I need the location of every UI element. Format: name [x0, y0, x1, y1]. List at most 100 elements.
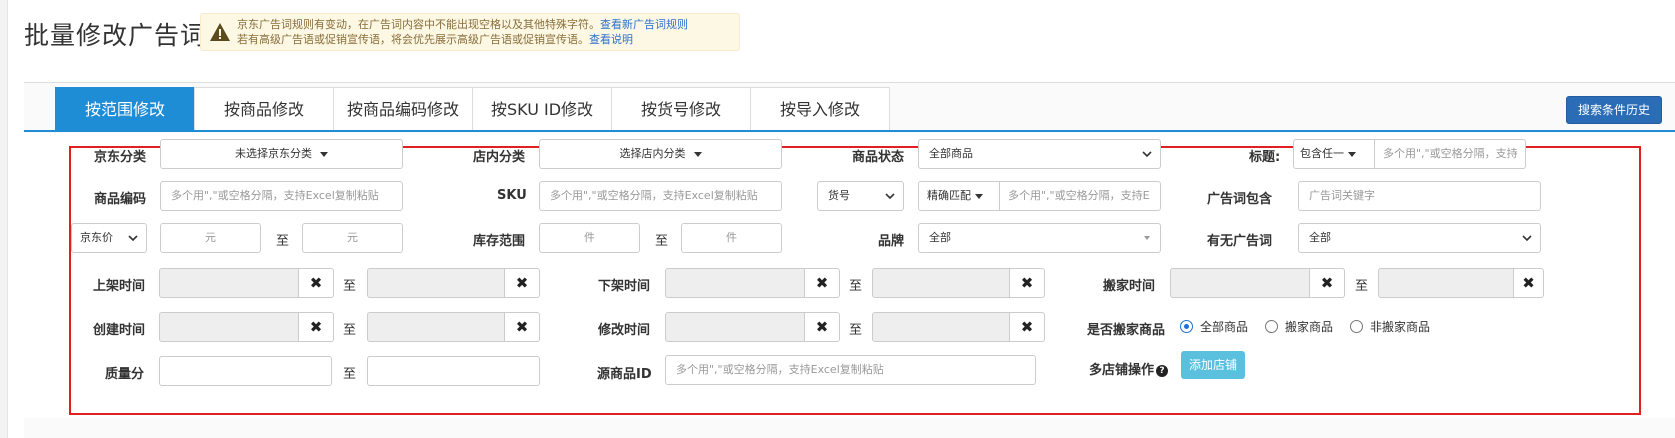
item-code-input[interactable]: 多个用","或空格分隔，支持Excel复制粘贴	[160, 181, 403, 211]
huohao-match-dropdown[interactable]: 精确匹配	[918, 181, 1000, 211]
listing-time-end-input[interactable]	[367, 268, 505, 298]
listing-time-end: ✖	[367, 268, 540, 298]
move-time-end: ✖	[1378, 268, 1544, 298]
huohao-input[interactable]: 多个用","或空格分隔，支持E	[999, 181, 1161, 211]
tab-by-range[interactable]: 按范围修改	[55, 87, 195, 131]
modify-time-start-input[interactable]	[665, 312, 805, 342]
brand-select[interactable]: 全部	[918, 223, 1161, 253]
clear-icon[interactable]: ✖	[505, 312, 540, 342]
title-mode-dropdown[interactable]: 包含任一	[1293, 139, 1375, 169]
move-time-label: 搬家时间	[1103, 279, 1156, 294]
notice-line-2: 若有高级广告语或促销宣传语，将会优先展示高级广告语或促销宣传语。	[237, 33, 589, 46]
notice-help-link[interactable]: 查看说明	[589, 33, 633, 46]
radio-all-items-label: 全部商品	[1200, 320, 1249, 334]
modify-time-end: ✖	[872, 312, 1045, 342]
delisting-time-label: 下架时间	[598, 279, 651, 294]
quality-score-max-input[interactable]	[367, 356, 540, 386]
notice-rule-link[interactable]: 查看新广告词规则	[600, 18, 688, 31]
tab-by-import[interactable]: 按导入修改	[750, 87, 890, 131]
price-to-label: 至	[276, 234, 290, 249]
clear-icon[interactable]: ✖	[1010, 268, 1045, 298]
item-code-label: 商品编码	[94, 192, 147, 207]
item-status-select[interactable]: 全部商品	[918, 139, 1161, 169]
radio-moved-items[interactable]: 搬家商品	[1265, 318, 1333, 335]
modify-time-end-input[interactable]	[872, 312, 1010, 342]
add-shop-button[interactable]: 添加店铺	[1181, 351, 1245, 379]
create-time-end: ✖	[367, 312, 540, 342]
search-history-button[interactable]: 搜索条件历史	[1566, 96, 1662, 124]
create-time-start-input[interactable]	[159, 312, 299, 342]
notice-banner: 京东广告词规则有变动，在广告词内容中不能出现空格以及其他特殊字符。查看新广告词规…	[200, 13, 740, 51]
huohao-type-select[interactable]: 货号	[817, 181, 904, 211]
huohao-match-value: 精确匹配	[927, 189, 971, 202]
caret-down-icon	[1348, 151, 1356, 157]
multi-shop-label: 多店铺操作?	[1089, 359, 1169, 378]
modify-to-label: 至	[849, 323, 863, 338]
caret-down-icon	[693, 151, 702, 157]
quality-score-min-input[interactable]	[159, 356, 332, 386]
listing-time-start: ✖	[159, 268, 334, 298]
delisting-time-start-input[interactable]	[665, 268, 805, 298]
stock-max-input[interactable]: 件	[681, 223, 782, 253]
ad-word-contains-input[interactable]: 广告词关键字	[1298, 181, 1541, 211]
shop-category-select[interactable]: 选择店内分类	[539, 139, 782, 169]
jd-category-value: 未选择京东分类	[235, 147, 312, 160]
source-item-id-label: 源商品ID	[597, 367, 652, 382]
modify-time-label: 修改时间	[598, 323, 651, 338]
item-status-label: 商品状态	[852, 150, 905, 165]
multi-shop-label-text: 多店铺操作	[1089, 363, 1155, 378]
chevron-down-icon	[1522, 235, 1532, 242]
tab-by-item[interactable]: 按商品修改	[194, 87, 334, 131]
listing-time-label: 上架时间	[93, 279, 146, 294]
caret-down-icon	[975, 193, 983, 199]
jd-category-label: 京东分类	[94, 150, 147, 165]
tab-by-sku-id[interactable]: 按SKU ID修改	[472, 87, 612, 131]
move-time-end-input[interactable]	[1378, 268, 1514, 298]
stock-to-label: 至	[655, 234, 669, 249]
price-min-input[interactable]: 元	[160, 223, 261, 253]
delisting-time-end-input[interactable]	[872, 268, 1010, 298]
notice-line-1: 京东广告词规则有变动，在广告词内容中不能出现空格以及其他特殊字符。	[237, 18, 600, 31]
caret-down-icon	[320, 151, 328, 157]
source-item-id-input[interactable]: 多个用","或空格分隔，支持Excel复制粘贴	[665, 355, 1036, 385]
sku-input[interactable]: 多个用","或空格分隔，支持Excel复制粘贴	[539, 181, 782, 211]
tab-bar: 按范围修改 按商品修改 按商品编码修改 按SKU ID修改 按货号修改 按导入修…	[55, 87, 890, 131]
chevron-down-icon	[128, 235, 138, 242]
tab-by-huohao[interactable]: 按货号修改	[611, 87, 751, 131]
clear-icon[interactable]: ✖	[805, 268, 840, 298]
create-time-end-input[interactable]	[367, 312, 505, 342]
create-to-label: 至	[343, 323, 357, 338]
tab-underline	[24, 130, 1675, 132]
quality-score-label: 质量分	[105, 367, 145, 382]
clear-icon[interactable]: ✖	[1310, 268, 1345, 298]
price-max-input[interactable]: 元	[302, 223, 403, 253]
stock-min-input[interactable]: 件	[539, 223, 640, 253]
clear-icon[interactable]: ✖	[1514, 268, 1544, 298]
chevron-down-icon	[1142, 151, 1152, 158]
radio-dot	[1265, 320, 1278, 333]
has-ad-word-label: 有无广告词	[1207, 234, 1273, 249]
move-time-start-input[interactable]	[1170, 268, 1310, 298]
is-moved-label: 是否搬家商品	[1087, 323, 1166, 338]
delisting-time-end: ✖	[872, 268, 1045, 298]
clear-icon[interactable]: ✖	[299, 268, 334, 298]
jd-category-select[interactable]: 未选择京东分类	[160, 139, 403, 169]
tab-by-item-code[interactable]: 按商品编码修改	[333, 87, 473, 131]
ad-word-contains-label: 广告词包含	[1207, 192, 1273, 207]
has-ad-word-select[interactable]: 全部	[1298, 223, 1541, 253]
listing-time-start-input[interactable]	[159, 268, 299, 298]
page-title: 批量修改广告词	[24, 21, 207, 50]
clear-icon[interactable]: ✖	[299, 312, 334, 342]
title-input[interactable]: 多个用","或空格分隔，支持	[1374, 139, 1526, 169]
radio-all-items[interactable]: 全部商品	[1180, 318, 1248, 335]
clear-icon[interactable]: ✖	[505, 268, 540, 298]
create-time-start: ✖	[159, 312, 334, 342]
radio-dot	[1180, 320, 1193, 333]
price-type-select[interactable]: 京东价	[71, 223, 147, 253]
has-ad-word-value: 全部	[1309, 231, 1331, 244]
clear-icon[interactable]: ✖	[1010, 312, 1045, 342]
move-time-start: ✖	[1170, 268, 1345, 298]
clear-icon[interactable]: ✖	[805, 312, 840, 342]
radio-not-moved-items[interactable]: 非搬家商品	[1350, 318, 1430, 335]
help-icon[interactable]: ?	[1156, 364, 1169, 377]
